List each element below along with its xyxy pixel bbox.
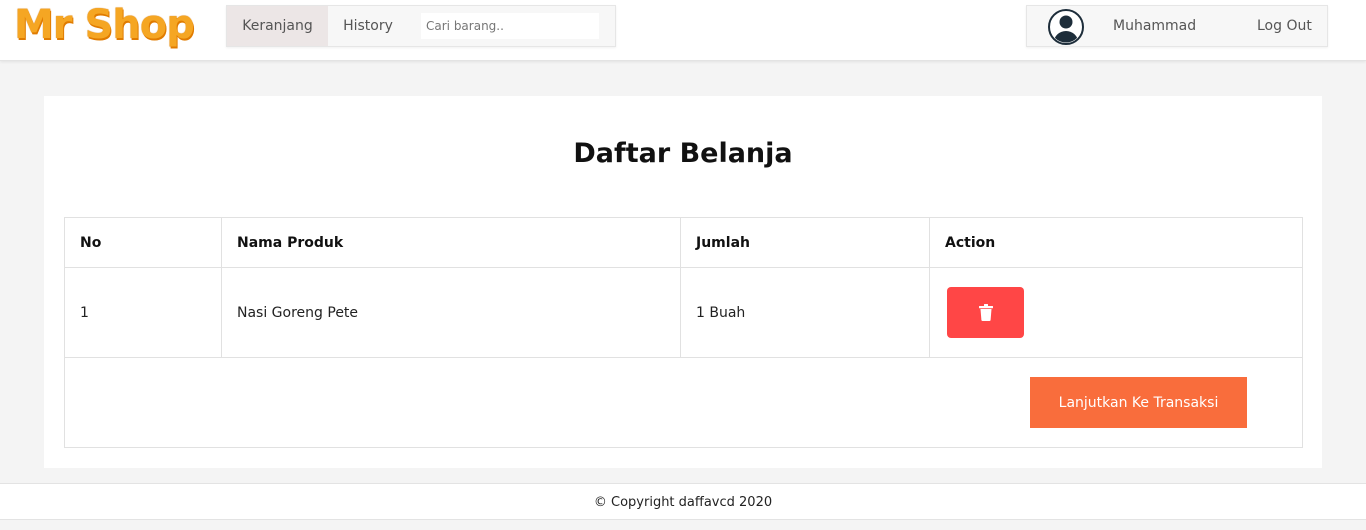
nav-menu: Keranjang History: [226, 5, 616, 47]
row-no: 1: [64, 267, 222, 358]
cart-card: Daftar Belanja No Nama Produk Jumlah Act…: [44, 96, 1322, 468]
copyright-text: © Copyright daffavcd 2020: [593, 495, 773, 510]
table-header-row: No Nama Produk Jumlah Action: [64, 217, 1303, 268]
table-footer-row: Lanjutkan Ke Transaksi: [64, 357, 1303, 448]
user-name[interactable]: Muhammad: [1113, 6, 1196, 46]
table-footer-cell: Lanjutkan Ke Transaksi: [64, 357, 1303, 448]
column-header-product: Nama Produk: [221, 217, 681, 268]
search-input[interactable]: [421, 13, 599, 39]
navbar: Mr Shop Keranjang History Muhammad Log O…: [0, 0, 1366, 61]
nav-item-history[interactable]: History: [328, 6, 408, 46]
row-qty: 1 Buah: [680, 267, 930, 358]
trash-icon: [978, 304, 993, 321]
row-action-cell: [929, 267, 1303, 358]
column-header-no: No: [64, 217, 222, 268]
column-header-action: Action: [929, 217, 1303, 268]
checkout-button[interactable]: Lanjutkan Ke Transaksi: [1030, 377, 1247, 428]
brand-logo[interactable]: Mr Shop: [14, 2, 195, 48]
delete-item-button[interactable]: [947, 287, 1024, 338]
site-footer: © Copyright daffavcd 2020: [0, 483, 1366, 520]
table-row: 1 Nasi Goreng Pete 1 Buah: [64, 267, 1303, 358]
cart-table: No Nama Produk Jumlah Action 1 Nasi Gore…: [64, 217, 1303, 448]
nav-item-keranjang[interactable]: Keranjang: [227, 6, 328, 46]
user-avatar-icon[interactable]: [1048, 9, 1084, 45]
page-title: Daftar Belanja: [573, 138, 793, 169]
user-menu: Muhammad Log Out: [1026, 5, 1328, 47]
logout-link[interactable]: Log Out: [1257, 6, 1312, 46]
column-header-qty: Jumlah: [680, 217, 930, 268]
row-product-name: Nasi Goreng Pete: [221, 267, 681, 358]
